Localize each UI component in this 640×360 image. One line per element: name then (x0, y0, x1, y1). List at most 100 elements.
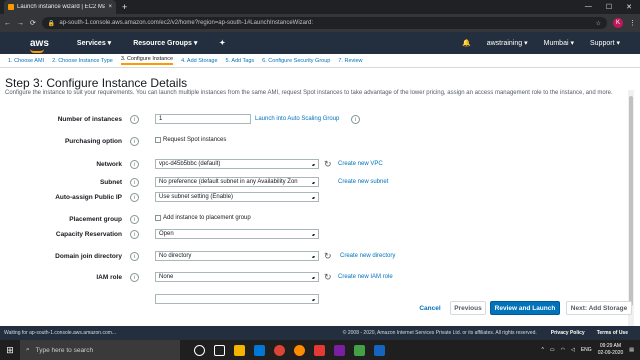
language-indicator[interactable]: ENG (581, 347, 592, 353)
step-add-tags[interactable]: 5. Add Tags (226, 58, 255, 64)
create-vpc-link[interactable]: Create new VPC (338, 161, 383, 167)
checkbox-icon[interactable] (155, 215, 161, 221)
create-subnet-link[interactable]: Create new subnet (338, 179, 388, 185)
info-icon[interactable]: i (130, 193, 139, 202)
resource-groups-menu[interactable]: Resource Groups ▾ (133, 39, 197, 47)
info-icon[interactable]: i (351, 115, 360, 124)
tab-close-icon[interactable]: × (108, 4, 112, 10)
firefox-icon[interactable] (294, 344, 305, 356)
number-of-instances-input[interactable]: 1 (155, 114, 251, 124)
row-purchasing-option: Purchasing option i Request Spot instanc… (0, 135, 626, 149)
info-icon[interactable]: i (130, 230, 139, 239)
chrome-icon[interactable] (274, 344, 285, 356)
step-add-storage[interactable]: 4. Add Storage (181, 58, 217, 64)
public-ip-select[interactable]: Use subnet setting (Enable) (155, 192, 319, 202)
row-public-ip: Auto-assign Public IP i Use subnet setti… (0, 191, 626, 205)
wizard-steps: 1. Choose AMI 2. Choose Instance Type 3.… (0, 54, 640, 68)
windows-start-icon[interactable]: ⊞ (0, 340, 20, 360)
app-icon[interactable] (374, 344, 385, 356)
info-icon[interactable]: i (130, 137, 139, 146)
info-icon[interactable]: i (130, 160, 139, 169)
iam-select[interactable]: None (155, 272, 319, 282)
aws-favicon-icon (8, 4, 14, 10)
reload-icon[interactable]: ⟳ (30, 19, 36, 27)
aws-console-nav: aws Services ▾ Resource Groups ▾ ✦ 🔔 aws… (0, 32, 640, 54)
battery-icon[interactable]: ▭ (550, 347, 555, 353)
domain-select[interactable]: No directory (155, 251, 319, 261)
label-placement-group: Placement group (69, 216, 122, 223)
page-title: Step 3: Configure Instance Details (5, 76, 188, 90)
capacity-select[interactable]: Open (155, 229, 319, 239)
clock[interactable]: 09:29 AM 02-09-2020 (598, 343, 624, 357)
scrollbar-thumb[interactable] (629, 96, 633, 306)
app-icon[interactable] (334, 344, 345, 356)
step-configure-security-group[interactable]: 6. Configure Security Group (262, 58, 330, 64)
refresh-icon[interactable]: ↻ (324, 159, 332, 170)
network-select[interactable]: vpc-d45b5bbc (default) (155, 159, 319, 169)
chevron-up-icon[interactable]: ^ (542, 347, 544, 353)
browser-tab[interactable]: Launch instance wizard | EC2 Ma × (4, 0, 116, 14)
new-tab-button[interactable]: + (122, 2, 127, 12)
subnet-select[interactable]: No preference (default subnet in any Ava… (155, 177, 319, 187)
store-icon[interactable] (254, 344, 265, 356)
resource-groups-label: Resource Groups (133, 40, 192, 47)
region-menu[interactable]: Mumbai ▾ (544, 39, 574, 47)
services-menu[interactable]: Services ▾ (77, 39, 111, 47)
url-text: ap-south-1.console.aws.amazon.com/ec2/v2… (59, 20, 314, 26)
previous-button[interactable]: Previous (450, 301, 486, 315)
cancel-button[interactable]: Cancel (412, 301, 448, 315)
star-icon[interactable]: ☆ (596, 20, 601, 27)
auto-scaling-link[interactable]: Launch into Auto Scaling Group (255, 116, 339, 122)
step-choose-instance-type[interactable]: 2. Choose Instance Type (52, 58, 113, 64)
next-add-storage-button[interactable]: Next: Add Storage (566, 301, 632, 315)
step-configure-instance[interactable]: 3. Configure Instance (120, 56, 174, 65)
info-icon[interactable]: i (130, 215, 139, 224)
app-icon[interactable] (314, 344, 325, 356)
aws-logo[interactable]: aws (30, 38, 49, 53)
info-icon[interactable]: i (130, 252, 139, 261)
status-url: Waiting for ap-south-1.console.aws.amazo… (4, 330, 117, 336)
main-content: Step 3: Configure Instance Details Confi… (0, 68, 626, 326)
app-icon[interactable] (354, 344, 365, 356)
copyright-text: © 2008 - 2020, Amazon Internet Services … (342, 330, 537, 336)
create-iam-link[interactable]: Create new IAM role (338, 274, 393, 280)
step-review[interactable]: 7. Review (338, 58, 362, 64)
info-icon[interactable]: i (130, 115, 139, 124)
profile-avatar[interactable]: K (613, 18, 623, 28)
minimize-icon[interactable]: — (585, 3, 592, 11)
file-explorer-icon[interactable] (234, 344, 245, 356)
row-number-of-instances: Number of instances i 1 Launch into Auto… (0, 113, 626, 127)
forward-icon[interactable]: → (17, 20, 24, 27)
review-and-launch-button[interactable]: Review and Launch (490, 301, 560, 315)
address-bar[interactable]: 🔒 ap-south-1.console.aws.amazon.com/ec2/… (41, 17, 607, 29)
notification-icon[interactable]: ▤ (629, 347, 634, 353)
wifi-icon[interactable]: ◠ (561, 347, 565, 353)
refresh-icon[interactable]: ↻ (324, 272, 332, 283)
row-domain-join: Domain join directory i No directory ↻ C… (0, 250, 626, 264)
terms-of-use-link[interactable]: Terms of Use (597, 330, 628, 336)
privacy-policy-link[interactable]: Privacy Policy (551, 330, 585, 336)
back-icon[interactable]: ← (4, 20, 11, 27)
task-view-icon[interactable] (214, 344, 225, 356)
search-icon: ⌕ (26, 346, 30, 353)
checkbox-icon[interactable] (155, 137, 161, 143)
scrollbar[interactable] (628, 90, 634, 326)
spot-checkbox[interactable]: Request Spot instances (155, 137, 226, 143)
maximize-icon[interactable]: ☐ (606, 3, 612, 11)
lock-icon: 🔒 (47, 20, 56, 27)
step-choose-ami[interactable]: 1. Choose AMI (8, 58, 44, 64)
refresh-icon[interactable]: ↻ (324, 251, 332, 262)
info-icon[interactable]: i (130, 178, 139, 187)
taskbar-search[interactable]: ⌕ Type here to search (20, 340, 180, 360)
placement-checkbox[interactable]: Add instance to placement group (155, 215, 251, 221)
pin-icon[interactable]: ✦ (219, 39, 225, 47)
menu-kebab-icon[interactable]: ⋮ (629, 19, 636, 27)
cortana-icon[interactable] (194, 344, 205, 356)
volume-icon[interactable]: ◁ (571, 347, 575, 353)
account-menu[interactable]: awstraining ▾ (487, 39, 528, 47)
bell-icon[interactable]: 🔔 (462, 39, 471, 47)
close-window-icon[interactable]: ✕ (626, 3, 632, 11)
info-icon[interactable]: i (130, 273, 139, 282)
create-directory-link[interactable]: Create new directory (340, 253, 395, 259)
support-menu[interactable]: Support ▾ (590, 39, 620, 47)
